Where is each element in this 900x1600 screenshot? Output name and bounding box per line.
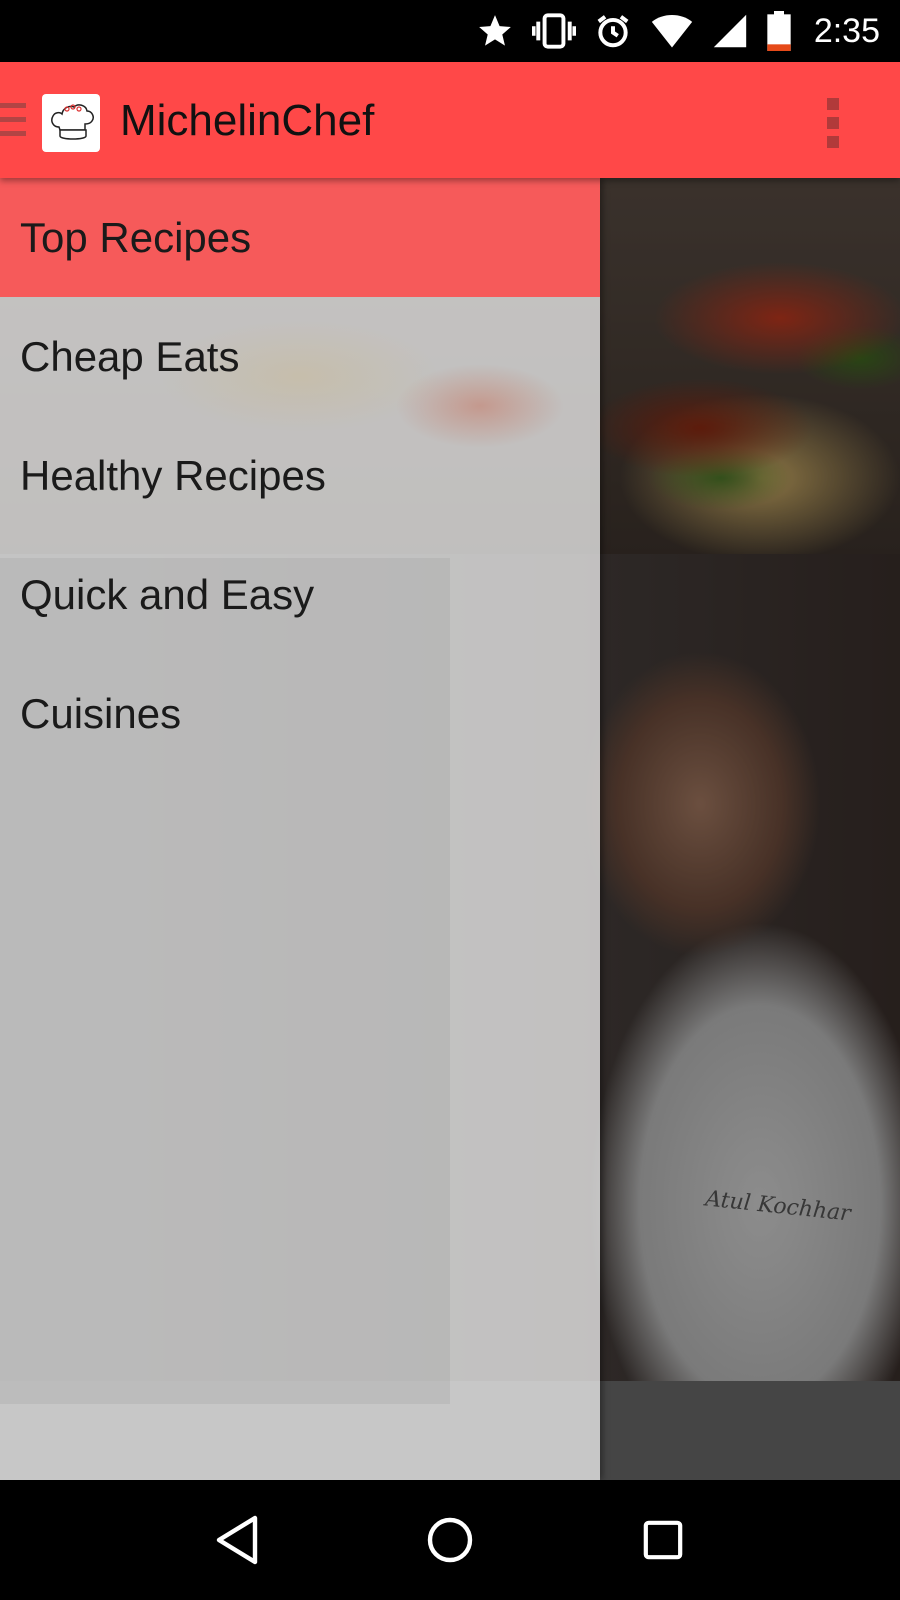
vibrate-icon [531,11,576,51]
recents-icon[interactable] [623,1500,703,1580]
app-bar: MichelinChef [0,62,900,178]
app-title: MichelinChef [120,96,375,145]
drawer-item-top-recipes[interactable]: Top Recipes [0,178,600,297]
wifi-icon [650,12,694,50]
overflow-menu-icon[interactable] [826,98,840,148]
status-bar: 2:35 [0,0,900,62]
hamburger-icon[interactable] [0,103,26,139]
back-icon[interactable] [197,1500,277,1580]
home-icon[interactable] [410,1500,490,1580]
signal-icon [712,12,748,50]
drawer-item-cheap-eats[interactable]: Cheap Eats [0,297,600,416]
drawer-item-cuisines[interactable]: Cuisines [0,654,600,773]
battery-icon [766,11,792,51]
clock: 2:35 [813,11,880,50]
star-icon [476,12,514,50]
drawer-item-quick-and-easy[interactable]: Quick and Easy [0,535,600,654]
alarm-icon [594,12,632,50]
drawer-item-healthy-recipes[interactable]: Healthy Recipes [0,416,600,535]
system-nav-bar [0,1480,900,1600]
navigation-drawer: Top Recipes Cheap Eats Healthy Recipes Q… [0,178,600,1480]
chef-hat-logo [42,94,100,152]
